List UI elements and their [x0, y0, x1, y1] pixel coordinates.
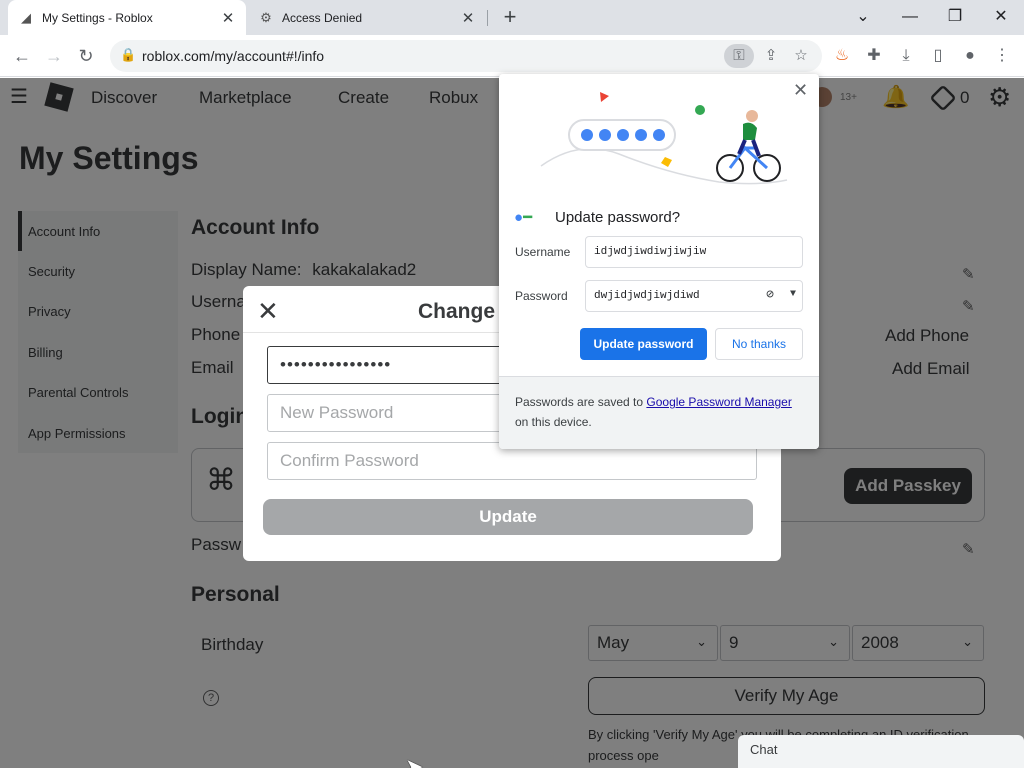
hide-password-eye-icon[interactable]: ⊘ [766, 287, 774, 302]
update-button[interactable]: Update [263, 499, 753, 535]
chrome-menu-icon[interactable]: ⋮ [989, 43, 1015, 69]
tab-search-chevron-icon[interactable]: ⌄ [851, 5, 875, 29]
minimize-button[interactable]: — [898, 5, 922, 29]
reload-button[interactable]: ↻ [73, 43, 99, 69]
side-panel-icon[interactable]: ▯ [925, 43, 951, 69]
address-bar[interactable]: 🔒 roblox.com/my/account#!/info ⚿ ⇪ ☆ [110, 40, 822, 72]
fire-extension-icon[interactable]: ♨ [829, 43, 855, 69]
tab-title: Access Denied [282, 10, 363, 25]
download-icon[interactable]: ⤓ [893, 43, 919, 69]
password-value: dwjidjwdjiwjdiwd [594, 290, 700, 302]
browser-tab-strip: ◢ My Settings - Roblox ✕ ⚙ Access Denied… [0, 0, 1024, 35]
bookmark-star-icon[interactable]: ☆ [786, 44, 816, 68]
tab-my-settings[interactable]: ◢ My Settings - Roblox ✕ [8, 0, 246, 35]
tab-close-icon[interactable]: ✕ [460, 9, 476, 27]
username-label: Username [515, 245, 571, 259]
key-icon: ●━ [514, 209, 533, 226]
url-text: roblox.com/my/account#!/info [142, 48, 325, 64]
chat-bar[interactable]: Chat [738, 735, 1024, 768]
password-label: Password [515, 289, 568, 303]
no-thanks-button[interactable]: No thanks [715, 328, 803, 360]
modal-title: Change [418, 300, 496, 323]
mouse-cursor-icon: ➤ [405, 754, 424, 768]
modal-close-icon[interactable]: ✕ [257, 298, 279, 324]
username-value: idjwdjiwdiwjiwjiw [594, 246, 707, 258]
share-icon[interactable]: ⇪ [756, 44, 786, 68]
bubble-title: Update password? [555, 209, 681, 226]
password-field[interactable]: dwjidjwdjiwjdiwd ⊘ ▼ [585, 280, 803, 312]
caret-down-icon[interactable]: ▼ [790, 289, 796, 300]
extensions-puzzle-icon[interactable]: ✚ [861, 43, 887, 69]
username-field[interactable]: idjwdjiwdiwjiwjiw [585, 236, 803, 268]
tab-close-icon[interactable]: ✕ [220, 9, 236, 27]
footer-suffix: on this device. [515, 415, 592, 429]
roblox-favicon-icon: ⚙ [260, 9, 272, 25]
tab-title: My Settings - Roblox [42, 10, 153, 25]
back-button[interactable]: ← [9, 43, 35, 69]
password-key-icon[interactable]: ⚿ [724, 44, 754, 68]
update-password-bubble: ✕ ●━ Update password? Username idjwdjiwd… [499, 74, 819, 449]
profile-avatar-icon[interactable]: ● [957, 43, 983, 69]
update-password-button[interactable]: Update password [580, 328, 707, 360]
password-illustration [540, 92, 788, 185]
tab-access-denied[interactable]: ⚙ Access Denied ✕ [248, 0, 486, 35]
roblox-favicon-icon: ◢ [21, 9, 31, 25]
browser-toolbar: ← → ↻ 🔒 roblox.com/my/account#!/info ⚿ ⇪… [0, 35, 1024, 77]
forward-button[interactable]: → [41, 43, 67, 69]
footer-prefix: Passwords are saved to [515, 395, 647, 409]
lock-icon[interactable]: 🔒 [120, 47, 136, 63]
window-close-button[interactable]: ✕ [989, 5, 1013, 29]
restore-button[interactable]: ❐ [943, 5, 967, 29]
bubble-footer: Passwords are saved to Google Password M… [499, 376, 819, 449]
new-tab-button[interactable]: + [498, 5, 522, 29]
tab-separator [487, 10, 488, 26]
google-password-manager-link[interactable]: Google Password Manager [646, 395, 791, 409]
